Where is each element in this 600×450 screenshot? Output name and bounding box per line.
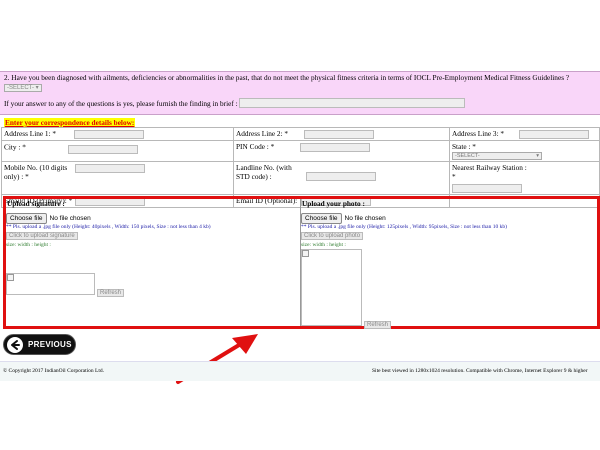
address-line-1-input[interactable] bbox=[73, 129, 144, 139]
address-line-2-input[interactable] bbox=[303, 129, 374, 139]
address-line-2-label: Address Line 2: * bbox=[236, 129, 289, 138]
railway-label: Nearest Railway Station : * bbox=[452, 163, 527, 182]
photo-hint: ** Pls. upload a .jpg file only (Height:… bbox=[301, 224, 507, 230]
state-select[interactable]: -SELECT- ▾ bbox=[452, 152, 542, 161]
photo-title: Upload your photo : bbox=[302, 199, 365, 208]
signature-file-picker: Choose file No file chosen bbox=[6, 213, 91, 224]
address-line-3-label: Address Line 3: * bbox=[452, 129, 505, 138]
address-line-1-label: Address Line 1: * bbox=[4, 129, 57, 138]
pin-code-label: PIN Code : * bbox=[236, 141, 275, 151]
mobile-label: Mobile No. (10 digits only) : * bbox=[4, 163, 68, 182]
signature-hint: ** Pls. upload a .jpg file only (Height:… bbox=[6, 224, 211, 230]
brief-label: If your answer to any of the questions i… bbox=[4, 99, 238, 108]
signature-no-file-text: No file chosen bbox=[49, 215, 91, 222]
mobile-input[interactable] bbox=[74, 163, 145, 173]
pin-code-input[interactable] bbox=[300, 142, 371, 152]
broken-image-icon bbox=[302, 250, 309, 257]
photo-preview bbox=[301, 249, 362, 326]
footer-compatibility: Site best viewed in 1280x1024 resolution… bbox=[372, 368, 588, 374]
photo-choose-file-button[interactable]: Choose file bbox=[301, 213, 342, 224]
question-select[interactable]: -SELECT- ▾ bbox=[4, 84, 42, 92]
photo-size-info: size: width : height : bbox=[301, 242, 346, 248]
landline-input[interactable] bbox=[305, 172, 376, 182]
photo-file-picker: Choose file No file chosen bbox=[301, 213, 386, 224]
landline-label: Landline No. (with STD code) : bbox=[236, 163, 292, 182]
back-arrow-icon bbox=[7, 337, 23, 353]
footer-copyright: © Copyright 2017 IndianOil Corporation L… bbox=[3, 368, 105, 374]
correspondence-heading: Enter your correspondence details below: bbox=[4, 118, 136, 127]
city-input[interactable] bbox=[67, 144, 138, 154]
previous-label: PREVIOUS bbox=[28, 340, 72, 349]
signature-title: Upload signature : bbox=[7, 199, 65, 208]
signature-upload-button[interactable]: Click to upload signature bbox=[6, 232, 78, 240]
signature-size-info: size: width : height : bbox=[6, 242, 51, 248]
signature-choose-file-button[interactable]: Choose file bbox=[6, 213, 47, 224]
broken-image-icon bbox=[7, 274, 14, 281]
brief-input[interactable] bbox=[239, 98, 465, 108]
photo-refresh-button[interactable]: Refresh bbox=[364, 321, 392, 329]
signature-preview bbox=[6, 273, 95, 295]
railway-input[interactable] bbox=[452, 184, 522, 194]
photo-upload-button[interactable]: Click to upload photo bbox=[301, 232, 364, 240]
question-text: 2. Have you been diagnosed with ailments… bbox=[4, 73, 570, 92]
city-label: City : * bbox=[4, 142, 26, 152]
photo-no-file-text: No file chosen bbox=[344, 215, 386, 222]
previous-button[interactable]: PREVIOUS bbox=[3, 334, 76, 355]
state-label: State : * bbox=[452, 141, 476, 151]
signature-refresh-button[interactable]: Refresh bbox=[97, 289, 125, 297]
address-line-3-input[interactable] bbox=[518, 129, 589, 139]
